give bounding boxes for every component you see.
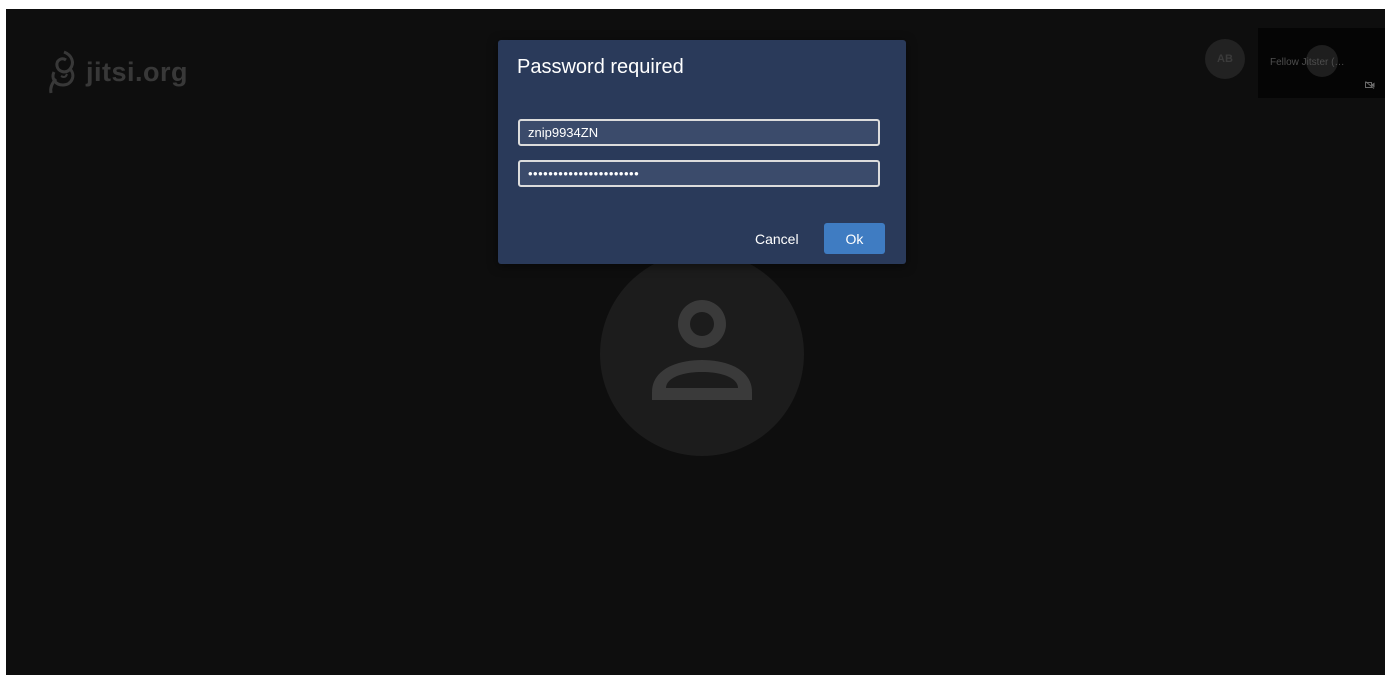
camera-off-icon [1365,81,1375,89]
dialog-title: Password required [517,56,684,78]
password-field[interactable] [518,160,880,187]
ok-button[interactable]: Ok [824,223,885,254]
local-user-avatar[interactable]: AB [1205,39,1245,79]
participant-name: Fellow Jitster (… [1270,57,1345,68]
user-silhouette-icon [652,300,752,400]
cancel-button[interactable]: Cancel [755,231,799,247]
watermark-text: jitsi.org [86,56,189,87]
jitsi-watermark[interactable]: jitsi.org [42,49,188,95]
large-video-avatar [600,252,804,456]
conference-stage: jitsi.org AB Fellow Jitster (… Password … [6,9,1385,675]
username-field[interactable] [518,119,880,146]
participant-thumbnail[interactable]: Fellow Jitster (… [1258,28,1385,98]
password-dialog: Password required Cancel Ok [498,40,906,264]
avatar-initials: AB [1217,53,1233,65]
jitsi-logo-icon [49,50,75,94]
